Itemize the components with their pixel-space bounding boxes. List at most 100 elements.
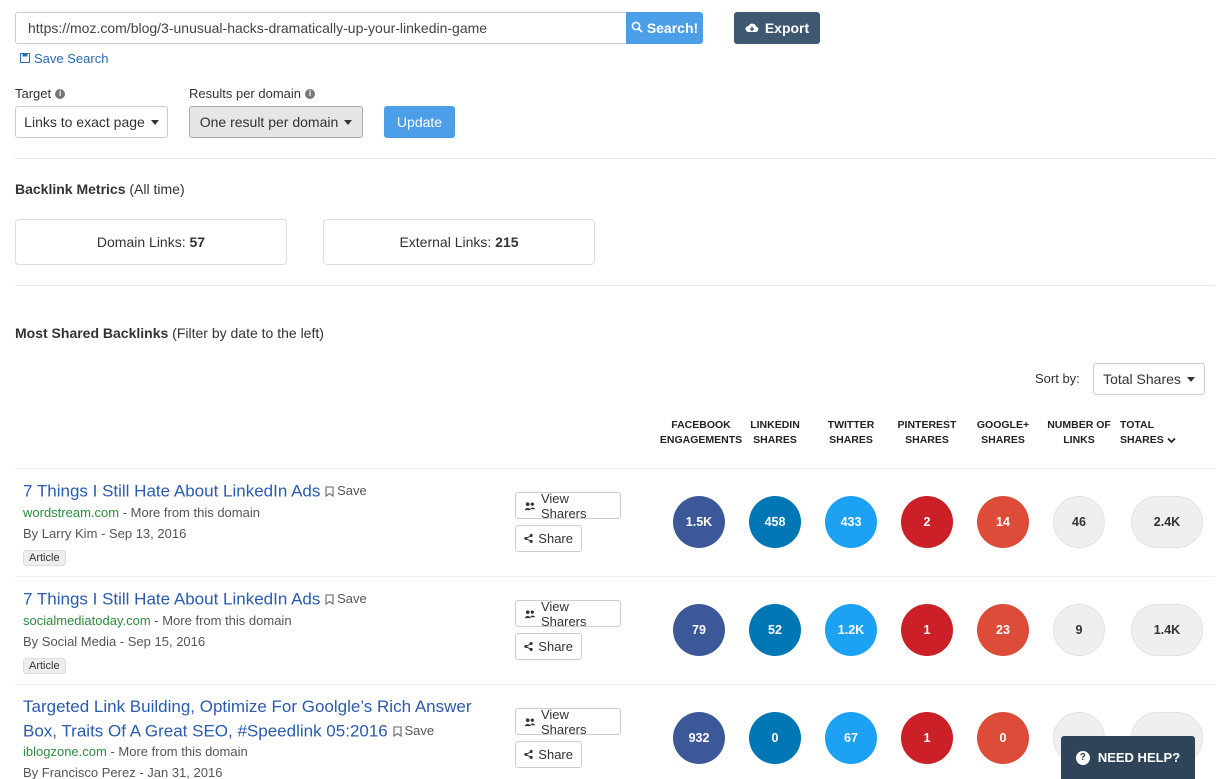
share-icon — [524, 534, 533, 543]
search-button[interactable]: Search! — [626, 12, 703, 44]
metrics-subtitle: (All time) — [129, 181, 185, 197]
share-label: Share — [538, 531, 573, 546]
save-article-button[interactable]: Save — [325, 587, 367, 611]
column-header-twitter[interactable]: TWITTER SHARES — [821, 418, 881, 448]
sort-by-value: Total Shares — [1103, 371, 1181, 387]
links-count-badge: 9 — [1053, 604, 1105, 656]
results-label-text: Results per domain — [189, 86, 301, 101]
external-links-box: External Links: 215 — [323, 219, 595, 265]
article-title-link[interactable]: 7 Things I Still Hate About LinkedIn Ads… — [23, 587, 503, 612]
table-row: Targeted Link Building, Optimize For Goo… — [15, 684, 1215, 779]
more-from-domain-link[interactable]: - More from this domain — [110, 744, 247, 759]
linkedin-count-badge: 52 — [749, 604, 801, 656]
save-label: Save — [404, 723, 435, 738]
google-count-badge: 23 — [977, 604, 1029, 656]
results-per-domain-label: Results per domain i — [189, 86, 315, 101]
external-links-label: External Links: — [399, 234, 492, 250]
search-icon — [631, 20, 643, 36]
facebook-count-badge: 79 — [673, 604, 725, 656]
save-article-button[interactable]: Save — [325, 479, 367, 503]
share-button[interactable]: Share — [515, 741, 582, 768]
linkedin-count-badge: 0 — [749, 712, 801, 764]
article-domain: wordstream.com - More from this domain — [23, 505, 260, 520]
bookmark-icon — [325, 593, 334, 605]
google-count-badge: 14 — [977, 496, 1029, 548]
share-button[interactable]: Share — [515, 633, 582, 660]
caret-down-icon — [150, 119, 159, 125]
article-title-link[interactable]: Targeted Link Building, Optimize For Goo… — [23, 695, 503, 744]
domain-link[interactable]: wordstream.com — [23, 505, 119, 520]
most-shared-subtitle: (Filter by date to the left) — [172, 325, 324, 341]
article-title[interactable]: 7 Things I Still Hate About LinkedIn Ads — [23, 482, 320, 501]
divider — [15, 158, 1215, 159]
backlink-metrics-heading: Backlink Metrics (All time) — [15, 181, 185, 197]
export-button-label: Export — [764, 20, 810, 36]
article-title[interactable]: 7 Things I Still Hate About LinkedIn Ads — [23, 590, 320, 609]
save-search-label: Save Search — [34, 51, 109, 66]
floppy-disk-icon — [20, 51, 30, 66]
total-count-badge: 1.4K — [1131, 604, 1203, 656]
sort-by-label: Sort by: — [1035, 371, 1080, 386]
more-from-domain-link[interactable]: - More from this domain — [123, 505, 260, 520]
article-type-badge: Article — [23, 658, 66, 674]
target-dropdown[interactable]: Links to exact page — [15, 106, 168, 138]
column-header-pinterest[interactable]: PINTEREST SHARES — [895, 418, 959, 448]
view-sharers-label: View Sharers — [540, 598, 587, 629]
pinterest-count-badge: 1 — [901, 712, 953, 764]
bookmark-icon — [392, 725, 402, 737]
links-count-badge: 46 — [1053, 496, 1105, 548]
view-sharers-label: View Sharers — [540, 706, 587, 737]
results-dropdown-value: One result per domain — [199, 114, 339, 130]
save-search-link[interactable]: Save Search — [20, 51, 108, 66]
url-search-input[interactable] — [15, 12, 627, 44]
share-icon — [524, 642, 533, 651]
results-per-domain-dropdown[interactable]: One result per domain — [189, 106, 363, 138]
users-icon — [524, 609, 536, 618]
pinterest-count-badge: 2 — [901, 496, 953, 548]
domain-link[interactable]: iblogzone.com — [23, 744, 107, 759]
article-title-link[interactable]: 7 Things I Still Hate About LinkedIn Ads… — [23, 479, 503, 504]
chevron-down-icon — [1167, 437, 1176, 443]
share-button[interactable]: Share — [515, 525, 582, 552]
column-header-facebook[interactable]: FACEBOOK ENGAGEMENTS — [659, 418, 743, 448]
target-label: Target i — [15, 86, 66, 101]
target-label-text: Target — [15, 86, 52, 101]
column-header-links[interactable]: NUMBER OF LINKS — [1043, 418, 1115, 448]
column-header-linkedin[interactable]: LINKEDIN SHARES — [745, 418, 805, 448]
linkedin-count-badge: 458 — [749, 496, 801, 548]
domain-links-box: Domain Links: 57 — [15, 219, 287, 265]
facebook-count-badge: 932 — [673, 712, 725, 764]
target-dropdown-value: Links to exact page — [24, 114, 145, 130]
column-header-google[interactable]: GOOGLE+ SHARES — [973, 418, 1033, 448]
article-type-badge: Article — [23, 550, 66, 566]
question-icon: ? — [1075, 750, 1090, 765]
need-help-button[interactable]: ? NEED HELP? — [1061, 736, 1195, 779]
column-header-total[interactable]: TOTAL SHARES — [1120, 418, 1198, 448]
save-article-button[interactable]: Save — [392, 719, 435, 743]
caret-down-icon — [344, 119, 353, 125]
domain-link[interactable]: socialmediatoday.com — [23, 613, 151, 628]
article-author-date: By Social Media - Sep 15, 2016 — [23, 634, 206, 649]
users-icon — [524, 501, 536, 510]
external-links-value: 215 — [495, 234, 519, 250]
metrics-title: Backlink Metrics — [15, 181, 126, 197]
column-header-total-label: TOTAL SHARES — [1120, 419, 1164, 446]
google-count-badge: 0 — [977, 712, 1029, 764]
info-icon: i — [55, 88, 66, 99]
article-domain: iblogzone.com - More from this domain — [23, 744, 248, 759]
table-row: 7 Things I Still Hate About LinkedIn Ads… — [15, 468, 1215, 576]
share-icon — [524, 750, 533, 759]
users-icon — [524, 717, 536, 726]
view-sharers-button[interactable]: View Sharers — [515, 598, 621, 629]
view-sharers-button[interactable]: View Sharers — [515, 491, 621, 521]
domain-links-label: Domain Links: — [96, 234, 186, 250]
export-button[interactable]: Export — [734, 12, 820, 44]
more-from-domain-link[interactable]: - More from this domain — [154, 613, 291, 628]
view-sharers-button[interactable]: View Sharers — [515, 706, 621, 737]
twitter-count-badge: 67 — [825, 712, 877, 764]
twitter-count-badge: 1.2K — [825, 604, 877, 656]
sort-by-dropdown[interactable]: Total Shares — [1093, 363, 1205, 395]
update-button[interactable]: Update — [384, 106, 455, 138]
most-shared-title: Most Shared Backlinks — [15, 325, 169, 341]
table-row: 7 Things I Still Hate About LinkedIn Ads… — [15, 576, 1215, 684]
